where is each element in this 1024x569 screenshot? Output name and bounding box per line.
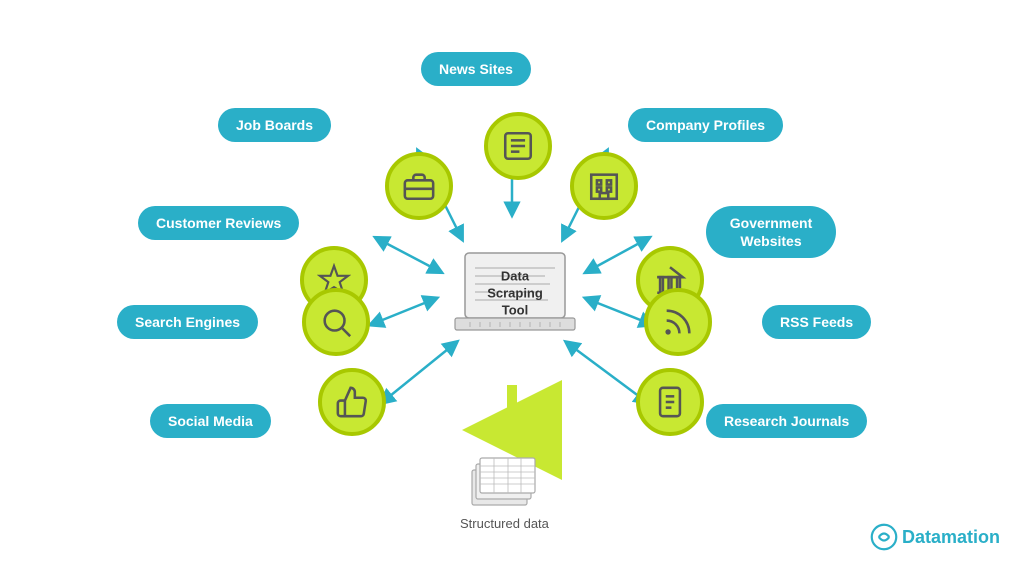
icon-circle-news	[484, 112, 552, 180]
icon-circle-jobs	[385, 152, 453, 220]
thumbsup-icon	[335, 385, 369, 419]
icon-circle-search	[302, 288, 370, 356]
building-icon	[587, 169, 621, 203]
label-company-profiles: Company Profiles	[628, 108, 783, 142]
rss-icon	[661, 305, 695, 339]
label-customer-reviews: Customer Reviews	[138, 206, 299, 240]
laptop-svg	[450, 248, 580, 338]
label-job-boards: Job Boards	[218, 108, 331, 142]
datamation-logo-icon	[870, 523, 898, 551]
datamation-logo: Datamation	[870, 523, 1000, 551]
search-icon	[319, 305, 353, 339]
structured-data-section: Structured data	[460, 452, 549, 531]
journal-icon	[653, 385, 687, 419]
label-research-journals: Research Journals	[706, 404, 867, 438]
label-rss-feeds: RSS Feeds	[762, 305, 871, 339]
structured-data-label: Structured data	[460, 516, 549, 531]
newspaper-icon	[501, 129, 535, 163]
datamation-logo-text: Datamation	[902, 527, 1000, 548]
center-laptop: Data ScrapingTool	[450, 248, 580, 358]
label-government-websites: GovernmentWebsites	[706, 206, 836, 258]
diagram-container: News Sites Job Boards Company Profiles C…	[0, 0, 1024, 569]
label-search-engines: Search Engines	[117, 305, 258, 339]
structured-data-icon	[464, 452, 544, 507]
briefcase-icon	[402, 169, 436, 203]
icon-circle-social	[318, 368, 386, 436]
label-news-sites: News Sites	[421, 52, 531, 86]
icon-circle-research	[636, 368, 704, 436]
icon-circle-company	[570, 152, 638, 220]
icon-circle-rss	[644, 288, 712, 356]
label-social-media: Social Media	[150, 404, 271, 438]
